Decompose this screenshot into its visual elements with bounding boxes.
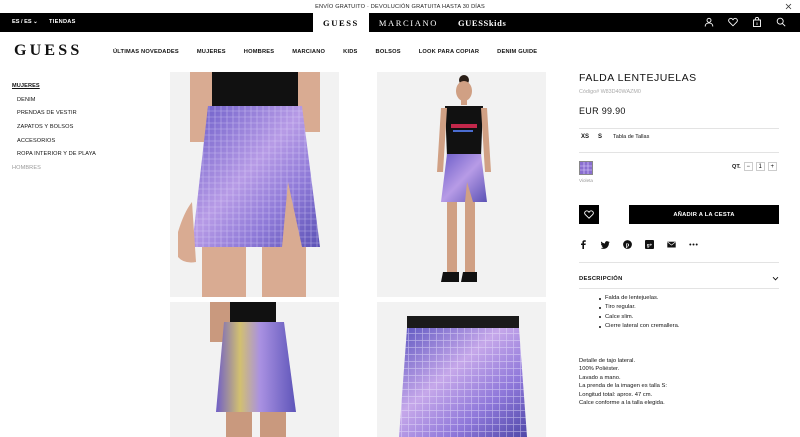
product-image-detail[interactable] [377, 302, 546, 437]
category-sidebar: MUJERES DENIM PRENDAS DE VESTIR ZAPATOS … [12, 83, 96, 179]
add-to-cart-button[interactable]: AÑADIR A LA CESTA [629, 205, 779, 224]
svg-text:0: 0 [756, 22, 758, 26]
list-item: Calce slim. [599, 314, 679, 320]
color-swatch-violet[interactable] [579, 161, 593, 175]
description-details: Detalle de tajo lateral. 100% Poliéster.… [579, 358, 667, 408]
googleplus-icon[interactable]: g+ [645, 240, 654, 249]
brand-tabs: GUESS MARCIANO GUESSkids [313, 13, 516, 32]
color-label: Violeta [579, 178, 593, 183]
sidebar-item-zapatos[interactable]: ZAPATOS Y BOLSOS [12, 124, 96, 130]
nav-item-hombres[interactable]: HOMBRES [244, 49, 274, 55]
qty-value[interactable]: 1 [755, 162, 765, 171]
size-option-s[interactable]: S [598, 134, 602, 140]
sidebar-item-mujeres[interactable]: MUJERES [12, 83, 96, 89]
description-bullets: Falda de lentejuelas. Tiro regular. Calc… [599, 295, 679, 333]
sidebar-item-ropa-interior[interactable]: ROPA INTERIOR Y DE PLAYA [12, 151, 96, 157]
pinterest-icon[interactable]: p [623, 240, 632, 249]
detail-line: 100% Poliéster. [579, 366, 620, 373]
list-item: Tiro regular. [599, 304, 679, 310]
nav-item-denim-guide[interactable]: DENIM GUIDE [497, 49, 537, 55]
list-item: Cierre lateral con cremallera. [599, 323, 679, 329]
size-option-xs[interactable]: XS [581, 134, 589, 140]
product-image-full-body[interactable] [377, 72, 546, 297]
bag-icon[interactable]: 0 [752, 16, 762, 27]
size-guide-link[interactable]: Tabla de Tallas [613, 134, 649, 140]
detail-line: La prenda de la imagen es talla S: [579, 383, 667, 390]
product-code: Código# W83D40WAZM0 [579, 89, 641, 95]
heart-icon [584, 210, 594, 219]
nav-item-mujeres[interactable]: MUJERES [197, 49, 226, 55]
detail-line: Lavado a mano. [579, 374, 621, 381]
close-icon[interactable] [785, 3, 792, 12]
nav-item-bolsos[interactable]: BOLSOS [376, 49, 401, 55]
detail-line: Detalle de tajo lateral. [579, 358, 636, 364]
quantity-stepper: QT. − 1 + [732, 162, 777, 171]
twitter-icon[interactable] [600, 240, 610, 249]
top-bar: ES / ES ⌄ TIENDAS GUESS MARCIANO GUESSki… [0, 13, 800, 32]
product-image-back[interactable] [170, 302, 339, 437]
nav-item-novedades[interactable]: ÚLTIMAS NOVEDADES [113, 49, 179, 55]
detail-line: Longitud total: aprox. 47 cm. [579, 391, 653, 398]
divider [579, 288, 779, 289]
divider [579, 152, 779, 153]
email-icon[interactable] [667, 240, 676, 249]
sidebar-item-hombres[interactable]: HOMBRES [12, 165, 96, 171]
description-heading[interactable]: DESCRIPCIÓN [579, 276, 623, 282]
nav-item-marciano[interactable]: MARCIANO [292, 49, 325, 55]
more-icon[interactable] [689, 240, 698, 249]
chevron-down-icon: ⌄ [33, 19, 38, 25]
user-icon[interactable] [704, 17, 714, 27]
wishlist-button[interactable] [579, 205, 599, 224]
nav-item-look[interactable]: LOOK PARA COPIAR [419, 49, 479, 55]
list-item: Falda de lentejuelas. [599, 295, 679, 301]
divider [579, 128, 779, 129]
stores-link[interactable]: TIENDAS [49, 19, 76, 25]
language-selector[interactable]: ES / ES ⌄ [12, 19, 38, 25]
qty-minus-button[interactable]: − [743, 162, 753, 171]
facebook-icon[interactable] [579, 240, 588, 249]
brand-tab-kids[interactable]: GUESSkids [448, 13, 516, 32]
product-title: FALDA LENTEJUELAS [579, 72, 697, 84]
nav-item-kids[interactable]: KIDS [343, 49, 357, 55]
sidebar-item-denim[interactable]: DENIM [12, 97, 96, 103]
product-price: EUR 99.90 [579, 106, 626, 116]
promo-bar: ENVÍO GRATUITO · DEVOLUCIÓN GRATUITA HAS… [0, 0, 800, 13]
detail-line: Calce conforme a la talla elegida. [579, 399, 665, 406]
search-icon[interactable] [776, 17, 786, 27]
promo-text: ENVÍO GRATUITO · DEVOLUCIÓN GRATUITA HAS… [315, 3, 485, 10]
brand-tab-guess[interactable]: GUESS [313, 13, 369, 32]
guess-logo[interactable]: GUESS [14, 42, 82, 60]
sidebar-item-prendas[interactable]: PRENDAS DE VESTIR [12, 110, 96, 116]
qty-label: QT. [732, 163, 741, 170]
share-bar: p g+ [579, 240, 698, 249]
product-image-front-closeup[interactable] [170, 72, 339, 297]
svg-text:g+: g+ [647, 242, 653, 247]
main-nav: ÚLTIMAS NOVEDADES MUJERES HOMBRES MARCIA… [113, 49, 555, 55]
brand-tab-marciano[interactable]: MARCIANO [369, 13, 448, 32]
product-details-panel: FALDA LENTEJUELAS Código# W83D40WAZM0 EU… [579, 72, 779, 406]
chevron-down-icon[interactable] [772, 275, 779, 284]
qty-plus-button[interactable]: + [767, 162, 777, 171]
account-icons: 0 [704, 16, 786, 27]
heart-icon[interactable] [728, 17, 738, 27]
divider [579, 262, 779, 263]
size-selector: XS S Tabla de Tallas [581, 134, 649, 140]
sidebar-item-accesorios[interactable]: ACCESORIOS [12, 138, 96, 144]
